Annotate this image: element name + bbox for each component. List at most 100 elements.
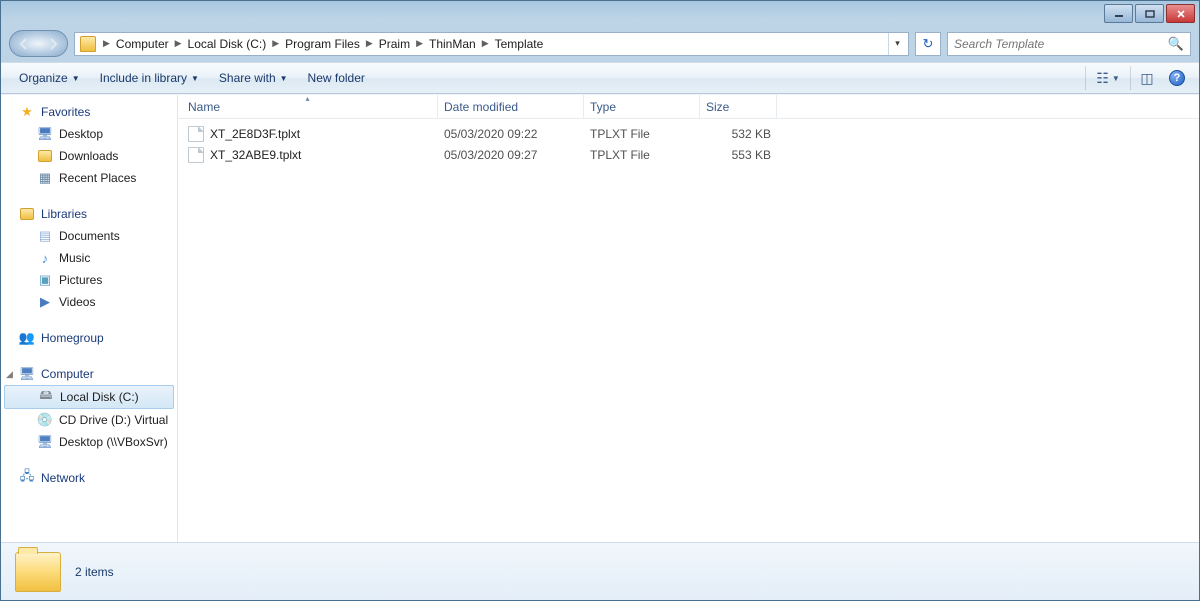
crumb-chevron-icon[interactable]: ▶ (362, 38, 377, 49)
file-type: TPLXT File (584, 127, 700, 141)
file-date: 05/03/2020 09:27 (438, 148, 584, 162)
nav-item-downloads[interactable]: Downloads (1, 145, 177, 167)
crumb-chevron-icon[interactable]: ▶ (478, 38, 493, 49)
recent-icon: ▦ (37, 170, 53, 186)
preview-pane-icon: ◫ (1140, 70, 1153, 87)
file-row[interactable]: XT_32ABE9.tplxt 05/03/2020 09:27 TPLXT F… (178, 144, 1199, 165)
nav-item-music[interactable]: ♪Music (1, 247, 177, 269)
computer-icon: 🖥 (19, 366, 35, 382)
file-row[interactable]: XT_2E8D3F.tplxt 05/03/2020 09:22 TPLXT F… (178, 123, 1199, 144)
downloads-icon (37, 148, 53, 164)
maximize-icon (1145, 10, 1155, 18)
forward-button[interactable] (39, 31, 68, 56)
libraries-icon (19, 206, 35, 222)
crumb-local-disk[interactable]: Local Disk (C:) (186, 37, 269, 51)
nav-head-favorites[interactable]: ★ Favorites (1, 101, 177, 123)
nav-group-favorites: ★ Favorites 🖥Desktop Downloads ▦Recent P… (1, 101, 177, 189)
crumb-chevron-icon[interactable]: ▶ (412, 38, 427, 49)
file-size: 553 KB (700, 148, 777, 162)
close-icon (1176, 10, 1186, 18)
chevron-down-icon: ▼ (72, 74, 80, 83)
explorer-window: ▶ Computer ▶ Local Disk (C:) ▶ Program F… (0, 0, 1200, 601)
nav-head-homegroup[interactable]: 👥 Homegroup (1, 327, 177, 349)
help-button[interactable]: ? (1163, 66, 1191, 90)
file-date: 05/03/2020 09:22 (438, 127, 584, 141)
nav-head-network[interactable]: 🖧 Network (1, 467, 177, 489)
disk-icon: 🖴 (38, 389, 54, 405)
chevron-down-icon: ▼ (191, 74, 199, 83)
nav-group-libraries: Libraries ▤Documents ♪Music ▣Pictures ▶V… (1, 203, 177, 313)
forward-arrow-icon (46, 37, 60, 51)
file-type: TPLXT File (584, 148, 700, 162)
videos-icon: ▶ (37, 294, 53, 310)
minimize-icon (1114, 10, 1124, 18)
star-icon: ★ (19, 104, 35, 120)
pictures-icon: ▣ (37, 272, 53, 288)
search-input[interactable] (954, 37, 1168, 51)
folder-icon (80, 36, 96, 52)
nav-item-pictures[interactable]: ▣Pictures (1, 269, 177, 291)
crumb-praim[interactable]: Praim (377, 37, 412, 51)
nav-item-recent-places[interactable]: ▦Recent Places (1, 167, 177, 189)
navigation-pane[interactable]: ★ Favorites 🖥Desktop Downloads ▦Recent P… (1, 95, 178, 542)
sort-ascending-icon: ▴ (305, 94, 309, 103)
crumb-chevron-icon[interactable]: ▶ (99, 38, 114, 49)
nav-item-documents[interactable]: ▤Documents (1, 225, 177, 247)
nav-group-network: 🖧 Network (1, 467, 177, 489)
file-name: XT_2E8D3F.tplxt (210, 127, 300, 141)
column-header-type[interactable]: Type (584, 95, 700, 118)
nav-head-libraries[interactable]: Libraries (1, 203, 177, 225)
crumb-chevron-icon[interactable]: ▶ (268, 38, 283, 49)
view-icon: ☷ (1096, 70, 1109, 87)
window-controls (1104, 4, 1195, 23)
back-button[interactable] (10, 31, 39, 56)
details-pane: 2 items (1, 542, 1199, 600)
nav-head-computer[interactable]: ◢ 🖥 Computer (1, 363, 177, 385)
minimize-button[interactable] (1104, 4, 1133, 23)
nav-item-desktop[interactable]: 🖥Desktop (1, 123, 177, 145)
refresh-button[interactable]: ↻ (915, 32, 941, 56)
chevron-down-icon: ▼ (280, 74, 288, 83)
change-view-button[interactable]: ☷▼ (1085, 66, 1131, 90)
crumb-thinman[interactable]: ThinMan (427, 37, 478, 51)
include-in-library-button[interactable]: Include in library▼ (90, 66, 209, 90)
search-box[interactable]: 🔍 (947, 32, 1191, 56)
nav-item-videos[interactable]: ▶Videos (1, 291, 177, 313)
nav-item-net-desktop[interactable]: 🖥Desktop (\\VBoxSvr) (1, 431, 177, 453)
file-name: XT_32ABE9.tplxt (210, 148, 301, 162)
file-list-pane: Name ▴ Date modified Type Size XT_2E8D3F… (178, 95, 1199, 542)
nav-group-computer: ◢ 🖥 Computer 🖴Local Disk (C:) 💿CD Drive … (1, 363, 177, 453)
share-with-button[interactable]: Share with▼ (209, 66, 298, 90)
new-folder-button[interactable]: New folder (298, 66, 375, 90)
maximize-button[interactable] (1135, 4, 1164, 23)
address-dropdown-button[interactable]: ▾ (888, 33, 906, 55)
folder-icon (15, 552, 61, 592)
nav-item-cd-drive[interactable]: 💿CD Drive (D:) Virtual (1, 409, 177, 431)
network-icon: 🖧 (19, 470, 35, 486)
crumb-program-files[interactable]: Program Files (283, 37, 362, 51)
expand-icon[interactable]: ◢ (4, 369, 15, 380)
details-summary: 2 items (75, 565, 114, 579)
command-bar: Organize▼ Include in library▼ Share with… (1, 62, 1199, 94)
organize-button[interactable]: Organize▼ (9, 66, 90, 90)
homegroup-icon: 👥 (19, 330, 35, 346)
crumb-computer[interactable]: Computer (114, 37, 171, 51)
column-header-name[interactable]: Name ▴ (178, 95, 438, 118)
preview-pane-button[interactable]: ◫ (1133, 66, 1161, 90)
documents-icon: ▤ (37, 228, 53, 244)
address-bar[interactable]: ▶ Computer ▶ Local Disk (C:) ▶ Program F… (74, 32, 909, 56)
crumb-chevron-icon[interactable]: ▶ (171, 38, 186, 49)
network-desktop-icon: 🖥 (37, 434, 53, 450)
column-header-size[interactable]: Size (700, 95, 777, 118)
file-list[interactable]: XT_2E8D3F.tplxt 05/03/2020 09:22 TPLXT F… (178, 119, 1199, 542)
column-headers: Name ▴ Date modified Type Size (178, 95, 1199, 119)
nav-item-local-disk[interactable]: 🖴Local Disk (C:) (4, 385, 174, 409)
column-header-date[interactable]: Date modified (438, 95, 584, 118)
back-arrow-icon (17, 37, 31, 51)
body-area: ★ Favorites 🖥Desktop Downloads ▦Recent P… (1, 94, 1199, 542)
close-button[interactable] (1166, 4, 1195, 23)
search-icon[interactable]: 🔍 (1168, 36, 1184, 52)
crumb-template[interactable]: Template (493, 37, 546, 51)
cd-icon: 💿 (37, 412, 53, 428)
titlebar (1, 1, 1199, 29)
